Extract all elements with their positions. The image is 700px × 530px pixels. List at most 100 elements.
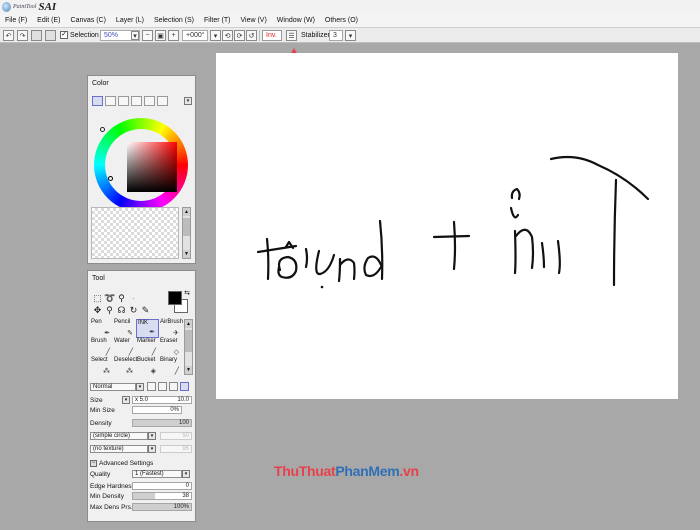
- size-label: Size: [90, 397, 103, 404]
- brush-brush[interactable]: Brush ╱: [90, 338, 113, 357]
- swap-colors-icon[interactable]: ⇆: [184, 289, 190, 297]
- rect-select-icon[interactable]: ⬚: [92, 293, 103, 304]
- color-wheel-tab[interactable]: [92, 96, 103, 106]
- swatches-tab[interactable]: [144, 96, 155, 106]
- brush-shape-dropdown-button[interactable]: ▾: [148, 432, 156, 440]
- menu-filter[interactable]: Filter (T): [199, 14, 235, 28]
- pen-icon: ✒: [104, 330, 110, 337]
- size-slider[interactable]: x 5.0 10.0: [132, 396, 192, 404]
- drawing-canvas[interactable]: [216, 53, 678, 399]
- stabilizer-field[interactable]: 3: [329, 30, 343, 41]
- redo-button[interactable]: ↷: [17, 30, 28, 41]
- menu-selection[interactable]: Selection (S): [149, 14, 199, 28]
- brush-airbrush[interactable]: AirBrush ✈: [159, 319, 183, 338]
- menu-layer[interactable]: Layer (L): [111, 14, 149, 28]
- rotate-view-icon[interactable]: ↻: [128, 305, 139, 316]
- color-mixer-tab[interactable]: [131, 96, 142, 106]
- brush-pencil[interactable]: Pencil ✎: [113, 319, 136, 338]
- hue-marker-handle[interactable]: [100, 127, 105, 132]
- brush-shape-2-button[interactable]: [158, 382, 167, 391]
- color-panel-menu-button[interactable]: ▾: [184, 97, 192, 105]
- min-size-slider[interactable]: 0%: [132, 406, 182, 414]
- stabilizer-toggle-button[interactable]: ☰: [286, 30, 297, 41]
- foreground-color-swatch[interactable]: [168, 291, 182, 305]
- min-density-slider[interactable]: 38: [132, 492, 192, 500]
- brush-pen[interactable]: Pen ✒: [90, 319, 113, 338]
- zoom-icon[interactable]: ⚲: [104, 305, 115, 316]
- collapse-icon[interactable]: −: [90, 460, 97, 467]
- size-multiplier-button[interactable]: ▾: [122, 396, 130, 404]
- move-icon[interactable]: ✥: [92, 305, 103, 316]
- rotation-field[interactable]: +000°: [182, 30, 208, 41]
- zoom-fit-button[interactable]: ▣: [155, 30, 166, 41]
- undo-button[interactable]: ↶: [3, 30, 14, 41]
- invert-view-button[interactable]: Inv.: [262, 30, 282, 41]
- menu-others[interactable]: Others (O): [320, 14, 363, 28]
- quality-dropdown-button[interactable]: ▾: [182, 470, 190, 478]
- scrollbar-thumb[interactable]: [183, 218, 190, 236]
- edge-hardness-slider[interactable]: 0: [132, 482, 192, 490]
- menu-view[interactable]: View (V): [235, 14, 271, 28]
- texture-strength-slider[interactable]: 95: [160, 445, 192, 453]
- size-row: Size ▾ x 5.0 10.0: [90, 396, 193, 405]
- blend-mode-dropdown[interactable]: Normal: [90, 383, 136, 391]
- menu-edit[interactable]: Edit (E): [32, 14, 65, 28]
- rotation-dropdown-button[interactable]: ▾: [210, 30, 221, 41]
- scroll-up-icon[interactable]: ▲: [183, 208, 190, 216]
- rgb-slider-tab[interactable]: [105, 96, 116, 106]
- scratchpad-area[interactable]: [91, 207, 179, 259]
- scroll-down-icon[interactable]: ▼: [185, 366, 192, 374]
- brush-label: Deselect: [114, 357, 138, 363]
- brush-ink[interactable]: INK ✒: [136, 319, 159, 338]
- brush-shape-dropdown[interactable]: (simple circle): [90, 432, 148, 440]
- brush-grid-scrollbar[interactable]: ▲ ▼: [184, 319, 193, 375]
- scratchpad-tab[interactable]: [157, 96, 168, 106]
- scratchpad-scrollbar[interactable]: ▲ ▼: [182, 207, 191, 259]
- texture-dropdown[interactable]: (no texture): [90, 445, 148, 453]
- hsv-slider-tab[interactable]: [118, 96, 129, 106]
- shape-strength-slider[interactable]: 50: [160, 432, 192, 440]
- zoom-in-button[interactable]: +: [168, 30, 179, 41]
- zoom-out-button[interactable]: −: [142, 30, 153, 41]
- max-dens-prs-slider[interactable]: 100%: [132, 503, 192, 511]
- menu-window[interactable]: Window (W): [272, 14, 320, 28]
- rotate-right-button[interactable]: ⟳: [234, 30, 245, 41]
- brush-deselect[interactable]: Deselect ⁂: [113, 357, 138, 376]
- menu-canvas[interactable]: Canvas (C): [66, 14, 111, 28]
- lasso-icon[interactable]: ➰: [104, 293, 115, 304]
- selection-checkbox[interactable]: ✓: [60, 31, 68, 39]
- brush-shape-1-button[interactable]: [147, 382, 156, 391]
- quality-dropdown[interactable]: 1 (Fastest): [132, 470, 182, 478]
- hand-icon[interactable]: ☊: [116, 305, 127, 316]
- saturation-value-square[interactable]: [127, 142, 177, 192]
- brush-marker[interactable]: Marker ╱: [136, 338, 159, 357]
- brush-bucket[interactable]: Bucket ◈: [136, 357, 159, 376]
- invert-selection-button[interactable]: [45, 30, 56, 41]
- brush-label: Eraser: [160, 338, 178, 344]
- brush-water[interactable]: Water ╱: [113, 338, 136, 357]
- hue-wheel[interactable]: [94, 118, 188, 212]
- rotate-left-button[interactable]: ⟲: [222, 30, 233, 41]
- scroll-down-icon[interactable]: ▼: [183, 250, 190, 258]
- deselect-button[interactable]: [31, 30, 42, 41]
- scroll-up-icon[interactable]: ▲: [185, 320, 192, 328]
- brush-label: Pencil: [114, 319, 131, 325]
- density-slider[interactable]: 100: [132, 419, 192, 427]
- eyedropper-icon[interactable]: ✎: [140, 305, 151, 316]
- scrollbar-thumb[interactable]: [185, 330, 192, 352]
- brush-select[interactable]: Select ⁂: [90, 357, 113, 376]
- texture-dropdown-button[interactable]: ▾: [148, 445, 156, 453]
- sv-marker-handle[interactable]: [108, 176, 113, 181]
- rotate-reset-button[interactable]: ↺: [246, 30, 257, 41]
- brush-eraser[interactable]: Eraser ◇: [159, 338, 182, 357]
- advanced-settings-row[interactable]: − Advanced Settings: [90, 459, 193, 468]
- brush-shape-3-button[interactable]: [169, 382, 178, 391]
- stabilizer-dropdown-button[interactable]: ▾: [345, 30, 356, 41]
- brush-shape-4-button[interactable]: [180, 382, 189, 391]
- brush-binary[interactable]: Binary ╱: [159, 357, 182, 376]
- menu-file[interactable]: File (F): [0, 14, 32, 28]
- zoom-dropdown-button[interactable]: ▾: [131, 31, 139, 40]
- magic-wand-icon[interactable]: ⚲: [116, 293, 127, 304]
- blend-mode-dropdown-button[interactable]: ▾: [136, 383, 144, 391]
- chevron-down-icon: ▾: [348, 32, 353, 40]
